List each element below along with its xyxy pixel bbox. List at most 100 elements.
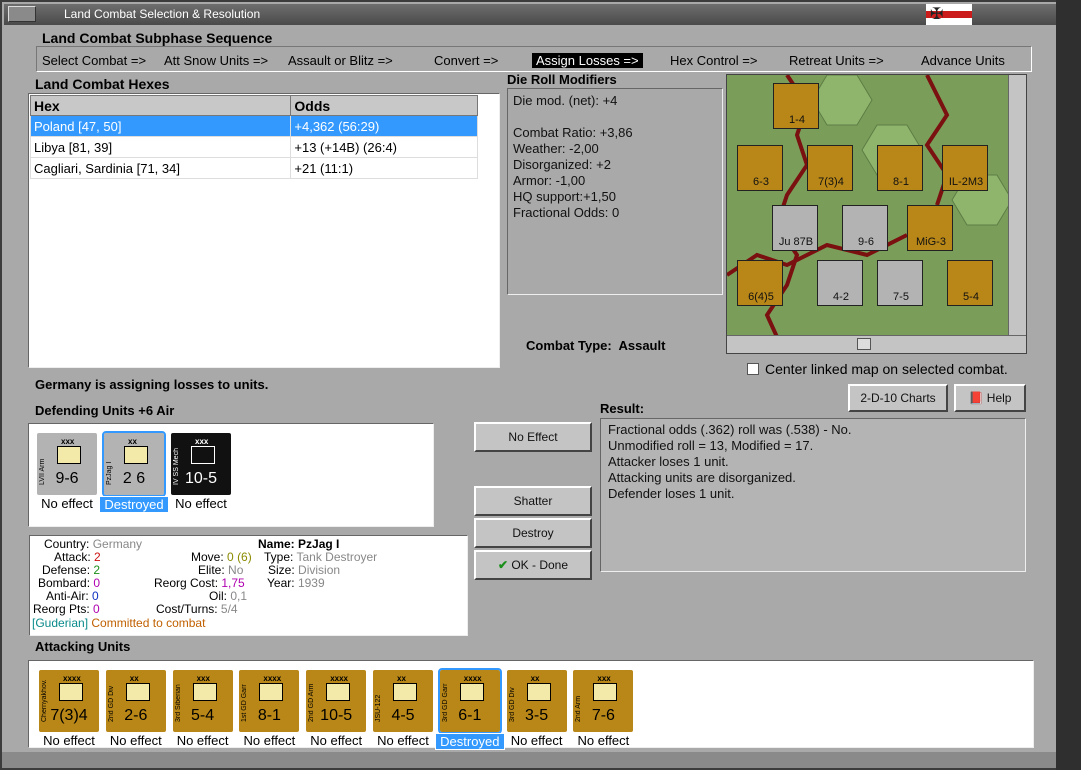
help-button[interactable]: 📕 Help [954,384,1026,412]
map-scrollbar-v[interactable] [1008,75,1026,335]
table-row[interactable]: Poland [47, 50] +4,362 (56:29) [29,115,478,137]
unit-strength: 10-5 [184,470,218,487]
attacking-unit-result: No effect [243,733,296,748]
country-value: Germany [92,537,143,551]
seq-step-select-combat: Select Combat => [42,53,147,68]
attacking-unit-result: No effect [310,733,363,748]
unit-symbol-icon [192,683,217,701]
attacking-unit-counter[interactable]: xxx 3rd Siberian 5-4 [172,670,233,732]
defending-unit-counter[interactable]: xxx IV SS Mech 10-5 [171,433,231,495]
map-scrollbar-h[interactable] [727,335,1026,353]
map-unit-counter[interactable]: MiG-3 [907,205,953,251]
map-unit-counter[interactable]: 5-4 [947,260,993,306]
seq-step-advance: Advance Units [921,53,1005,68]
map-unit-counter[interactable]: 9-6 [842,205,888,251]
shatter-button[interactable]: Shatter [474,486,592,516]
no-effect-button[interactable]: No Effect [474,422,592,452]
unit-symbol-icon [124,446,148,464]
map-unit-counter[interactable]: IL-2M3 [942,145,988,191]
attacking-unit-counter[interactable]: xxxx 3rd GD Garr 6-1 [437,668,502,734]
map-unit-counter[interactable]: 8-1 [877,145,923,191]
result-line: Unmodified roll = 13, Modified = 17. [608,438,814,453]
unit-symbol-icon [393,683,417,701]
bombard-label: Bombard: [38,576,91,590]
destroy-button[interactable]: Destroy [474,518,592,548]
attacking-unit-counter[interactable]: xxx 2nd Arm 7-6 [573,670,634,732]
attacking-unit-result: No effect [176,733,229,748]
map-unit-counter[interactable]: Ju 87B [772,205,818,251]
unit-class: xx [128,437,137,446]
seq-step-hex-control: Hex Control => [670,53,758,68]
map-unit-counter[interactable]: 7(3)4 [807,145,853,191]
charts-button[interactable]: 2-D-10 Charts [848,384,948,412]
unit-symbol-icon [125,683,150,701]
checkmark-icon: ✔ [497,558,508,572]
unit-class: xxxx [463,674,482,683]
table-row[interactable]: Libya [81, 39] +13 (+14B) (26:4) [29,136,478,158]
map-unit-counter[interactable]: 6(4)5 [737,260,783,306]
map-unit-counter[interactable]: 7-5 [877,260,923,306]
map-counter-strength: 4-2 [833,291,849,303]
ok-done-label: OK - Done [511,558,569,572]
map-counter-strength: Ju 87B [778,236,814,248]
map-counter-strength: IL-2M3 [948,176,984,188]
table-row[interactable]: Cagliari, Sardinia [71, 34] +21 (11:1) [29,157,478,179]
system-menu-button[interactable] [8,6,36,22]
unit-class: xxx [195,437,209,446]
combat-type-value: Assault [618,338,666,353]
linked-map[interactable]: 1-4 6-3 7(3)4 8-1 9-6 Ju 87B IL-2M3 MiG-3 6(4)5 4… [726,74,1027,354]
reorg-cost-value: 1,75 [221,576,245,590]
map-unit-counter[interactable]: 1-4 [773,83,819,129]
defending-heading: Defending Units +6 Air [35,403,175,418]
title-bar: Land Combat Selection & Resolution ✠ [4,4,1057,25]
col-hex[interactable]: Hex [29,95,292,116]
defending-unit-counter[interactable]: xx PzJag I2 6 [102,431,166,497]
name-label: Name: [258,537,295,551]
col-odds[interactable]: Odds [290,95,478,116]
unit-strength: 3-5 [525,707,549,724]
attacking-unit-counter[interactable]: xx 3rd GD Div 3-5 [506,670,567,732]
map-unit-counter[interactable]: 4-2 [817,260,863,306]
map-counter-strength: 6(4)5 [748,291,774,303]
move-value: 0 [227,550,234,564]
unit-strength: 2-6 [124,707,148,724]
defense-value: 2 [93,563,101,577]
unit-symbol-icon [593,683,618,701]
attacking-unit-counter[interactable]: xx 2nd GD Div 2-6 [105,670,166,732]
unit-class: xx [129,674,139,683]
unit-class: xxxx [63,674,81,683]
attacking-unit-counter[interactable]: xx JSU-122 4-5 [373,670,433,732]
map-counter-strength: 7(3)4 [818,176,844,188]
drm-line: HQ support:+1,50 [513,189,616,204]
type-value: Tank Destroyer [296,550,378,564]
elite-label: Elite: [198,563,225,577]
seq-step-convert: Convert => [434,53,499,68]
map-counter-strength: MiG-3 [916,236,946,248]
unit-strength: 6-1 [458,707,482,724]
map-scroll-thumb[interactable] [857,338,871,350]
attacking-unit-counter[interactable]: xxxx 2nd GD Arm 10-5 [306,670,367,732]
elite-value: No [228,563,244,577]
seq-step-att-snow: Att Snow Units => [164,53,269,68]
attacking-unit-counter[interactable]: xxxx 1st GD Garr 8-1 [239,670,300,732]
defense-label: Defense: [42,563,91,577]
move-max-value: (6) [237,550,252,564]
drm-line: Combat Ratio: +3,86 [513,125,633,140]
map-unit-counter[interactable]: 6-3 [737,145,783,191]
seq-step-assign-losses: Assign Losses => [532,53,643,68]
center-map-checkbox[interactable] [747,363,759,375]
move-label: Move: [191,550,224,564]
unit-class: xxx [196,674,210,683]
antiair-label: Anti-Air: [46,589,89,603]
ok-done-button[interactable]: ✔ OK - Done [474,550,592,580]
defending-unit-counter[interactable]: xxx LVII Arm 9-6 [37,433,97,495]
drm-line: Disorganized: +2 [513,157,611,172]
unit-class: xxxx [263,674,282,683]
attack-value: 2 [94,550,101,564]
bombard-value: 0 [93,576,101,590]
result-line: Attacker loses 1 unit. [608,454,729,469]
status-strip [2,752,1058,768]
attacking-unit-counter[interactable]: xxxx Chernyakhov. 7(3)4 [39,670,99,732]
german-flag-icon: ✠ [926,4,972,25]
map-counter-strength: 6-3 [753,176,769,188]
